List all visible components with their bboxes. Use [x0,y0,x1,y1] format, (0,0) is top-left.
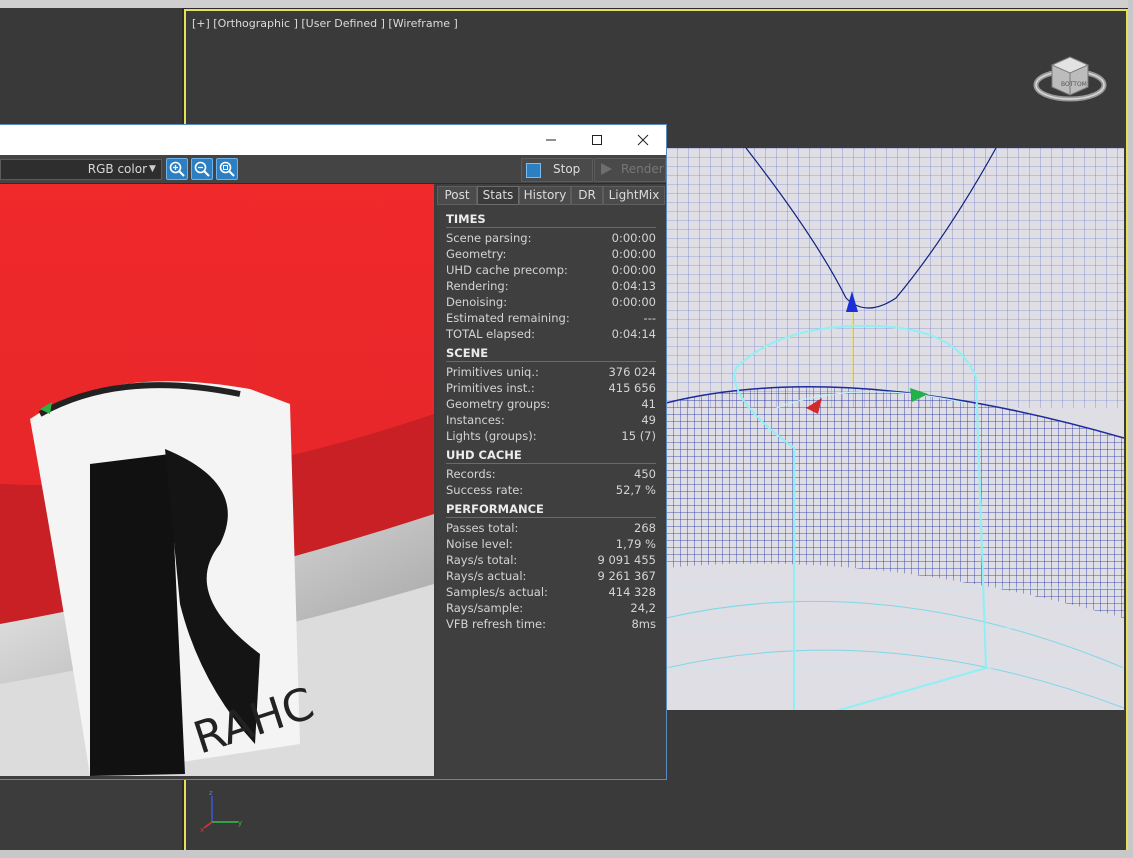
stat-row: UHD cache precomp: 0:00:00 [446,263,656,277]
chevron-down-icon: ▼ [149,164,156,174]
stat-row: Rays/sample: 24,2 [446,601,656,615]
tab-history[interactable]: History [519,186,571,205]
render-button[interactable]: Render [594,158,666,182]
wireframe-geometry[interactable] [666,148,1124,710]
maximize-icon [592,135,602,145]
maximize-button[interactable] [574,125,620,155]
svg-text:y: y [238,819,242,827]
stat-row: Records: 450 [446,467,656,481]
section-title: TIMES [446,211,656,228]
stat-row: VFB refresh time: 8ms [446,617,656,631]
section-title: SCENE [446,345,656,362]
stop-button[interactable]: Stop [521,158,593,182]
stat-row: Scene parsing: 0:00:00 [446,231,656,245]
stat-row: TOTAL elapsed: 0:04:14 [446,327,656,341]
section-title: PERFORMANCE [446,501,656,518]
stat-row: Geometry: 0:00:00 [446,247,656,261]
stat-row: Rendering: 0:04:13 [446,279,656,293]
zoom-in-icon [169,161,185,177]
svg-text:x: x [200,826,204,834]
channel-select[interactable]: RGB color ▼ [0,159,162,180]
vfb-titlebar[interactable] [0,125,666,155]
stats-list: TIMES Scene parsing: 0:00:00 Geometry: 0:0… [446,211,656,632]
stat-row: Denoising: 0:00:00 [446,295,656,309]
minimize-icon [546,139,556,141]
stat-row: Instances: 49 [446,413,656,427]
stat-row: Rays/s actual: 9 261 367 [446,569,656,583]
panel-tabs: Post Stats History DR LightMix [437,186,666,205]
right-edge [1128,0,1133,858]
zoom-in-button[interactable] [166,158,188,180]
section-title: UHD CACHE [446,447,656,464]
stat-row: Noise level: 1,79 % [446,537,656,551]
close-button[interactable] [620,125,666,155]
viewport-label[interactable]: [+] [Orthographic ] [User Defined ] [Wir… [192,17,458,30]
stat-row: Primitives uniq.: 376 024 [446,365,656,379]
left-viewport-top-pane[interactable] [0,8,182,126]
stop-label: Stop [553,162,581,176]
viewcube-label: BOTTOM [1061,81,1087,88]
stats-panel: Post Stats History DR LightMix TIMES Sce… [437,184,666,778]
zoom-out-icon [194,161,210,177]
zoom-fit-button[interactable] [216,158,238,180]
bottom-edge [0,850,1133,858]
channel-select-value: RGB color [87,162,147,176]
close-icon [637,134,649,146]
stat-row: Geometry groups: 41 [446,397,656,411]
zoom-fit-icon [219,161,235,177]
stop-icon [526,163,541,178]
top-edge [0,0,1133,8]
stat-row: Passes total: 268 [446,521,656,535]
vfb-window[interactable]: RGB color ▼ Stop Render RAHC Post Stats … [0,124,667,780]
tab-stats[interactable]: Stats [477,186,519,205]
stat-row: Estimated remaining: --- [446,311,656,325]
vfb-toolbar: RGB color ▼ Stop Render [0,155,666,184]
stat-row: Rays/s total: 9 091 455 [446,553,656,567]
tab-dr[interactable]: DR [571,186,603,205]
zoom-out-button[interactable] [191,158,213,180]
stat-row: Lights (groups): 15 (7) [446,429,656,443]
minimize-button[interactable] [528,125,574,155]
render-image[interactable]: RAHC [0,184,434,776]
axis-tripod-icon: z y x [200,789,242,834]
tab-lightmix[interactable]: LightMix [603,186,665,205]
stat-row: Samples/s actual: 414 328 [446,585,656,599]
viewcube-icon[interactable]: BOTTOM [1032,43,1108,105]
stat-row: Success rate: 52,7 % [446,483,656,497]
stat-row: Primitives inst.: 415 656 [446,381,656,395]
play-icon [601,163,612,175]
render-label: Render [621,162,664,176]
tab-post[interactable]: Post [437,186,477,205]
svg-text:z: z [209,789,213,797]
